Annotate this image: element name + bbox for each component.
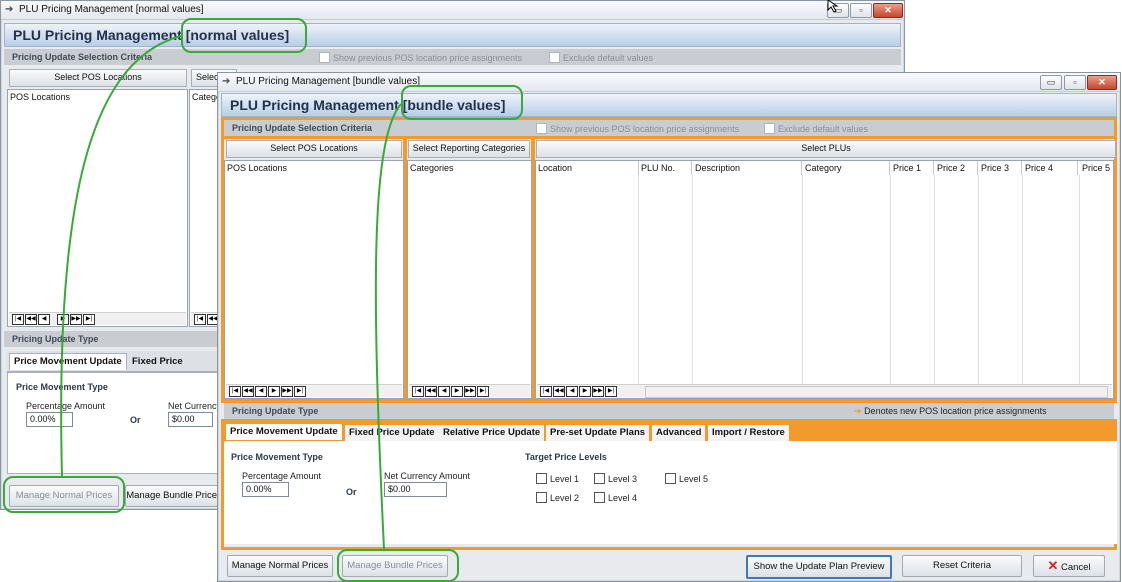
connector-normal xyxy=(60,35,182,477)
connector-bundle xyxy=(374,103,402,550)
cursor-icon xyxy=(827,0,839,13)
annotation-connectors xyxy=(60,0,839,550)
